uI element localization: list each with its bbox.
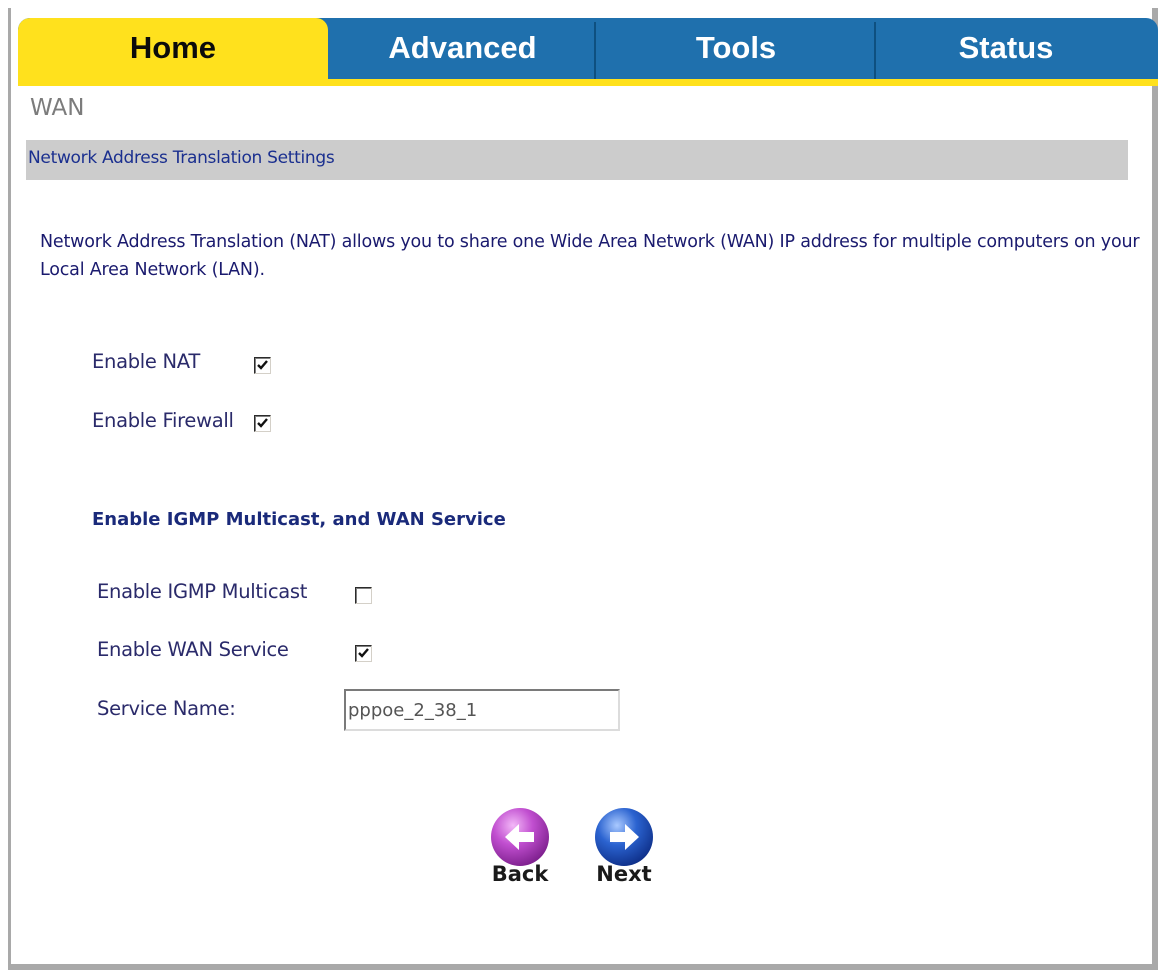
enable-firewall-checkbox[interactable]: [254, 415, 271, 432]
next-label: Next: [596, 862, 652, 886]
enable-igmp-label: Enable IGMP Multicast: [97, 580, 308, 603]
enable-nat-label: Enable NAT: [92, 350, 200, 373]
multicast-section-heading: Enable IGMP Multicast, and WAN Service: [92, 509, 506, 530]
enable-firewall-label: Enable Firewall: [92, 409, 234, 432]
section-header-bar: Network Address Translation Settings: [26, 140, 1128, 180]
enable-wan-service-checkbox[interactable]: [355, 645, 372, 662]
tab-home[interactable]: Home: [18, 18, 328, 80]
next-button[interactable]: [584, 806, 664, 902]
tab-status[interactable]: Status: [876, 18, 1136, 80]
checkmark-icon: [257, 360, 268, 370]
checkmark-icon: [257, 418, 268, 428]
tab-underline: [18, 79, 1158, 86]
tab-tools[interactable]: Tools: [596, 18, 876, 80]
back-button[interactable]: [480, 806, 560, 902]
page-title: WAN: [30, 95, 85, 121]
enable-nat-checkbox[interactable]: [254, 357, 271, 374]
enable-wan-service-label: Enable WAN Service: [97, 638, 289, 661]
tab-advanced[interactable]: Advanced: [330, 18, 595, 80]
right-arrow-circle-icon: [595, 808, 653, 866]
back-label: Back: [491, 862, 549, 886]
nat-description: Network Address Translation (NAT) allows…: [40, 232, 1140, 280]
left-arrow-circle-icon: [491, 808, 549, 866]
service-name-input[interactable]: [344, 689, 620, 731]
main-tab-bar: Home Advanced Tools Status: [18, 18, 1158, 86]
enable-igmp-checkbox[interactable]: [355, 587, 372, 604]
checkmark-icon: [358, 648, 369, 658]
section-title: Network Address Translation Settings: [28, 148, 335, 168]
service-name-label: Service Name:: [97, 697, 236, 720]
